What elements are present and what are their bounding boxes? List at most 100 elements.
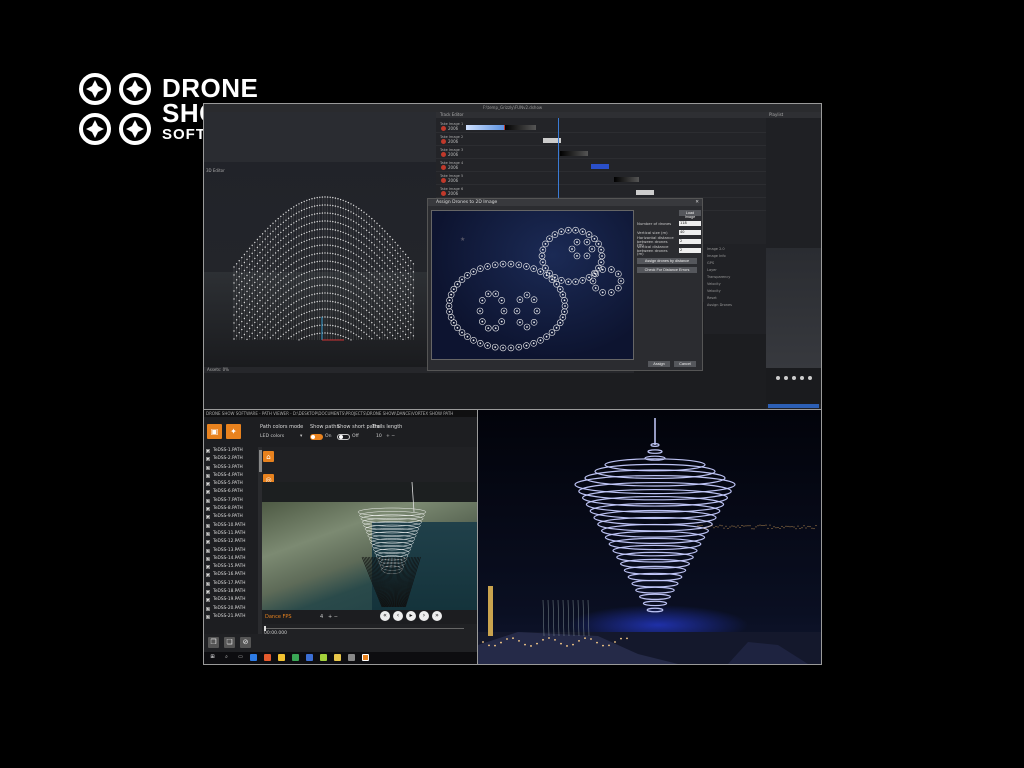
chevron-down-icon[interactable]: ▾ — [300, 434, 302, 439]
path-list-item[interactable]: TeDSS-19.PATH — [204, 596, 258, 604]
field-input[interactable]: 40 — [679, 230, 701, 235]
path-colors-mode-select[interactable]: LED colors — [260, 434, 284, 439]
path-checkbox[interactable] — [206, 590, 210, 594]
timeline-track[interactable]: Take Image 52006 — [436, 173, 766, 185]
path-checkbox[interactable] — [206, 457, 210, 461]
path-checkbox[interactable] — [206, 582, 210, 586]
clear-icon[interactable]: ⊘ — [240, 637, 251, 648]
timeline-track[interactable]: Take Image 12006 — [436, 121, 766, 133]
path-list-item[interactable]: TeDSS-8.PATH — [204, 505, 258, 513]
path-list-item[interactable]: TeDSS-21.PATH — [204, 613, 258, 621]
path-checkbox[interactable] — [206, 565, 210, 569]
path-list-item[interactable]: TeDSS-14.PATH — [204, 555, 258, 563]
path-checkbox[interactable] — [206, 598, 210, 602]
skip-back-button[interactable]: « — [380, 611, 390, 621]
timeline-clip[interactable] — [614, 177, 639, 182]
path-checkbox[interactable] — [206, 540, 210, 544]
path-checkbox[interactable] — [206, 499, 210, 503]
path-list-item[interactable]: TeDSS-5.PATH — [204, 480, 258, 488]
paste-icon[interactable]: ❏ — [224, 637, 235, 648]
step-forward-button[interactable]: › — [419, 611, 429, 621]
path-checkbox[interactable] — [206, 482, 210, 486]
app-icon-green[interactable] — [320, 654, 327, 661]
path-checkbox[interactable] — [206, 532, 210, 536]
timeline-track[interactable]: Take Image 32006 — [436, 147, 766, 159]
explorer-icon[interactable] — [278, 654, 285, 661]
check-distance-button[interactable]: Check For Distance Errors — [637, 267, 697, 273]
path-list-item[interactable]: TeDSS-1.PATH — [204, 447, 258, 455]
cancel-button[interactable]: Cancel — [674, 361, 696, 367]
path-list-item[interactable]: TeDSS-2.PATH — [204, 455, 258, 463]
time-scrubber[interactable]: 00:00.000 — [262, 624, 477, 636]
timeline-clip[interactable] — [504, 125, 536, 130]
field-input[interactable]: 2 — [679, 248, 701, 253]
timeline-clip[interactable] — [560, 151, 588, 156]
word-icon[interactable] — [306, 654, 313, 661]
timeline-track[interactable]: Take Image 62006 — [436, 186, 766, 198]
edge-icon[interactable] — [250, 654, 257, 661]
path-checkbox[interactable] — [206, 573, 210, 577]
path-checkbox[interactable] — [206, 474, 210, 478]
path-list-item[interactable]: TeDSS-7.PATH — [204, 497, 258, 505]
3d-path-map-view[interactable] — [262, 482, 477, 610]
path-list-item[interactable]: TeDSS-10.PATH — [204, 522, 258, 530]
load-image-button[interactable]: Load Image — [679, 210, 701, 216]
path-list-item[interactable]: TeDSS-20.PATH — [204, 605, 258, 613]
timeline-clip[interactable] — [591, 164, 609, 169]
home-view-icon[interactable]: ⌂ — [263, 451, 274, 462]
copy-icon[interactable]: ❐ — [208, 637, 219, 648]
3d-viewport[interactable]: 3D Editor — [204, 112, 436, 367]
path-checkbox[interactable] — [206, 549, 210, 553]
timeline-track[interactable]: Take Image 22006 — [436, 134, 766, 146]
drone-settings-icon[interactable]: ✦ — [226, 424, 241, 439]
path-checkbox[interactable] — [206, 490, 210, 494]
path-list-item[interactable]: TeDSS-18.PATH — [204, 588, 258, 596]
path-checkbox[interactable] — [206, 466, 210, 470]
path-list-item[interactable]: TeDSS-16.PATH — [204, 571, 258, 579]
open-folder-icon[interactable]: ▣ — [207, 424, 222, 439]
field-input[interactable]: 2 — [679, 239, 701, 244]
app-icon-yellow[interactable] — [334, 654, 341, 661]
field-input[interactable]: 118 — [679, 221, 701, 226]
start-icon[interactable]: ⊞ — [209, 654, 216, 661]
path-checkbox[interactable] — [206, 607, 210, 611]
dance-fps-value[interactable]: 4 — [320, 614, 323, 620]
path-list-item[interactable]: TeDSS-11.PATH — [204, 530, 258, 538]
path-list-item[interactable]: TeDSS-6.PATH — [204, 488, 258, 496]
playback-controls[interactable] — [766, 368, 821, 404]
path-list-item[interactable]: TeDSS-3.PATH — [204, 464, 258, 472]
preview-viewport[interactable] — [766, 248, 821, 368]
timeline-clip[interactable] — [636, 190, 654, 195]
path-list-item[interactable]: TeDSS-15.PATH — [204, 563, 258, 571]
path-file-list[interactable]: TeDSS-1.PATHTeDSS-2.PATHTeDSS-3.PATHTeDS… — [204, 447, 258, 634]
skip-forward-button[interactable]: » — [432, 611, 442, 621]
trails-length-value[interactable]: 10 — [376, 434, 382, 439]
show-short-paths-toggle[interactable] — [337, 434, 350, 440]
path-list-item[interactable]: TeDSS-17.PATH — [204, 580, 258, 588]
path-checkbox[interactable] — [206, 507, 210, 511]
path-checkbox[interactable] — [206, 449, 210, 453]
path-list-item[interactable]: TeDSS-4.PATH — [204, 472, 258, 480]
show-paths-toggle[interactable] — [310, 434, 323, 440]
path-list-item[interactable]: TeDSS-12.PATH — [204, 538, 258, 546]
path-list-item[interactable]: TeDSS-13.PATH — [204, 547, 258, 555]
close-icon[interactable]: ✕ — [695, 199, 699, 206]
path-checkbox[interactable] — [206, 515, 210, 519]
dance-fps-stepper[interactable]: + − — [328, 614, 338, 620]
timeline-track[interactable]: Take Image 42006 — [436, 160, 766, 172]
assign-by-distance-button[interactable]: Assign drones by distance — [637, 258, 697, 264]
path-checkbox[interactable] — [206, 524, 210, 528]
task-view-icon[interactable]: ▭ — [237, 654, 244, 661]
path-checkbox[interactable] — [206, 615, 210, 619]
app-icon-grey[interactable] — [348, 654, 355, 661]
assign-button[interactable]: Assign — [648, 361, 670, 367]
path-list-item[interactable]: TeDSS-9.PATH — [204, 513, 258, 521]
search-icon[interactable]: ⌕ — [223, 654, 230, 661]
step-back-button[interactable]: ‹ — [393, 611, 403, 621]
trails-stepper[interactable]: + − — [386, 434, 395, 439]
timeline-clip[interactable] — [504, 125, 505, 130]
excel-icon[interactable] — [292, 654, 299, 661]
drone-show-app-icon[interactable] — [362, 654, 369, 661]
chrome-icon[interactable] — [264, 654, 271, 661]
path-checkbox[interactable] — [206, 557, 210, 561]
